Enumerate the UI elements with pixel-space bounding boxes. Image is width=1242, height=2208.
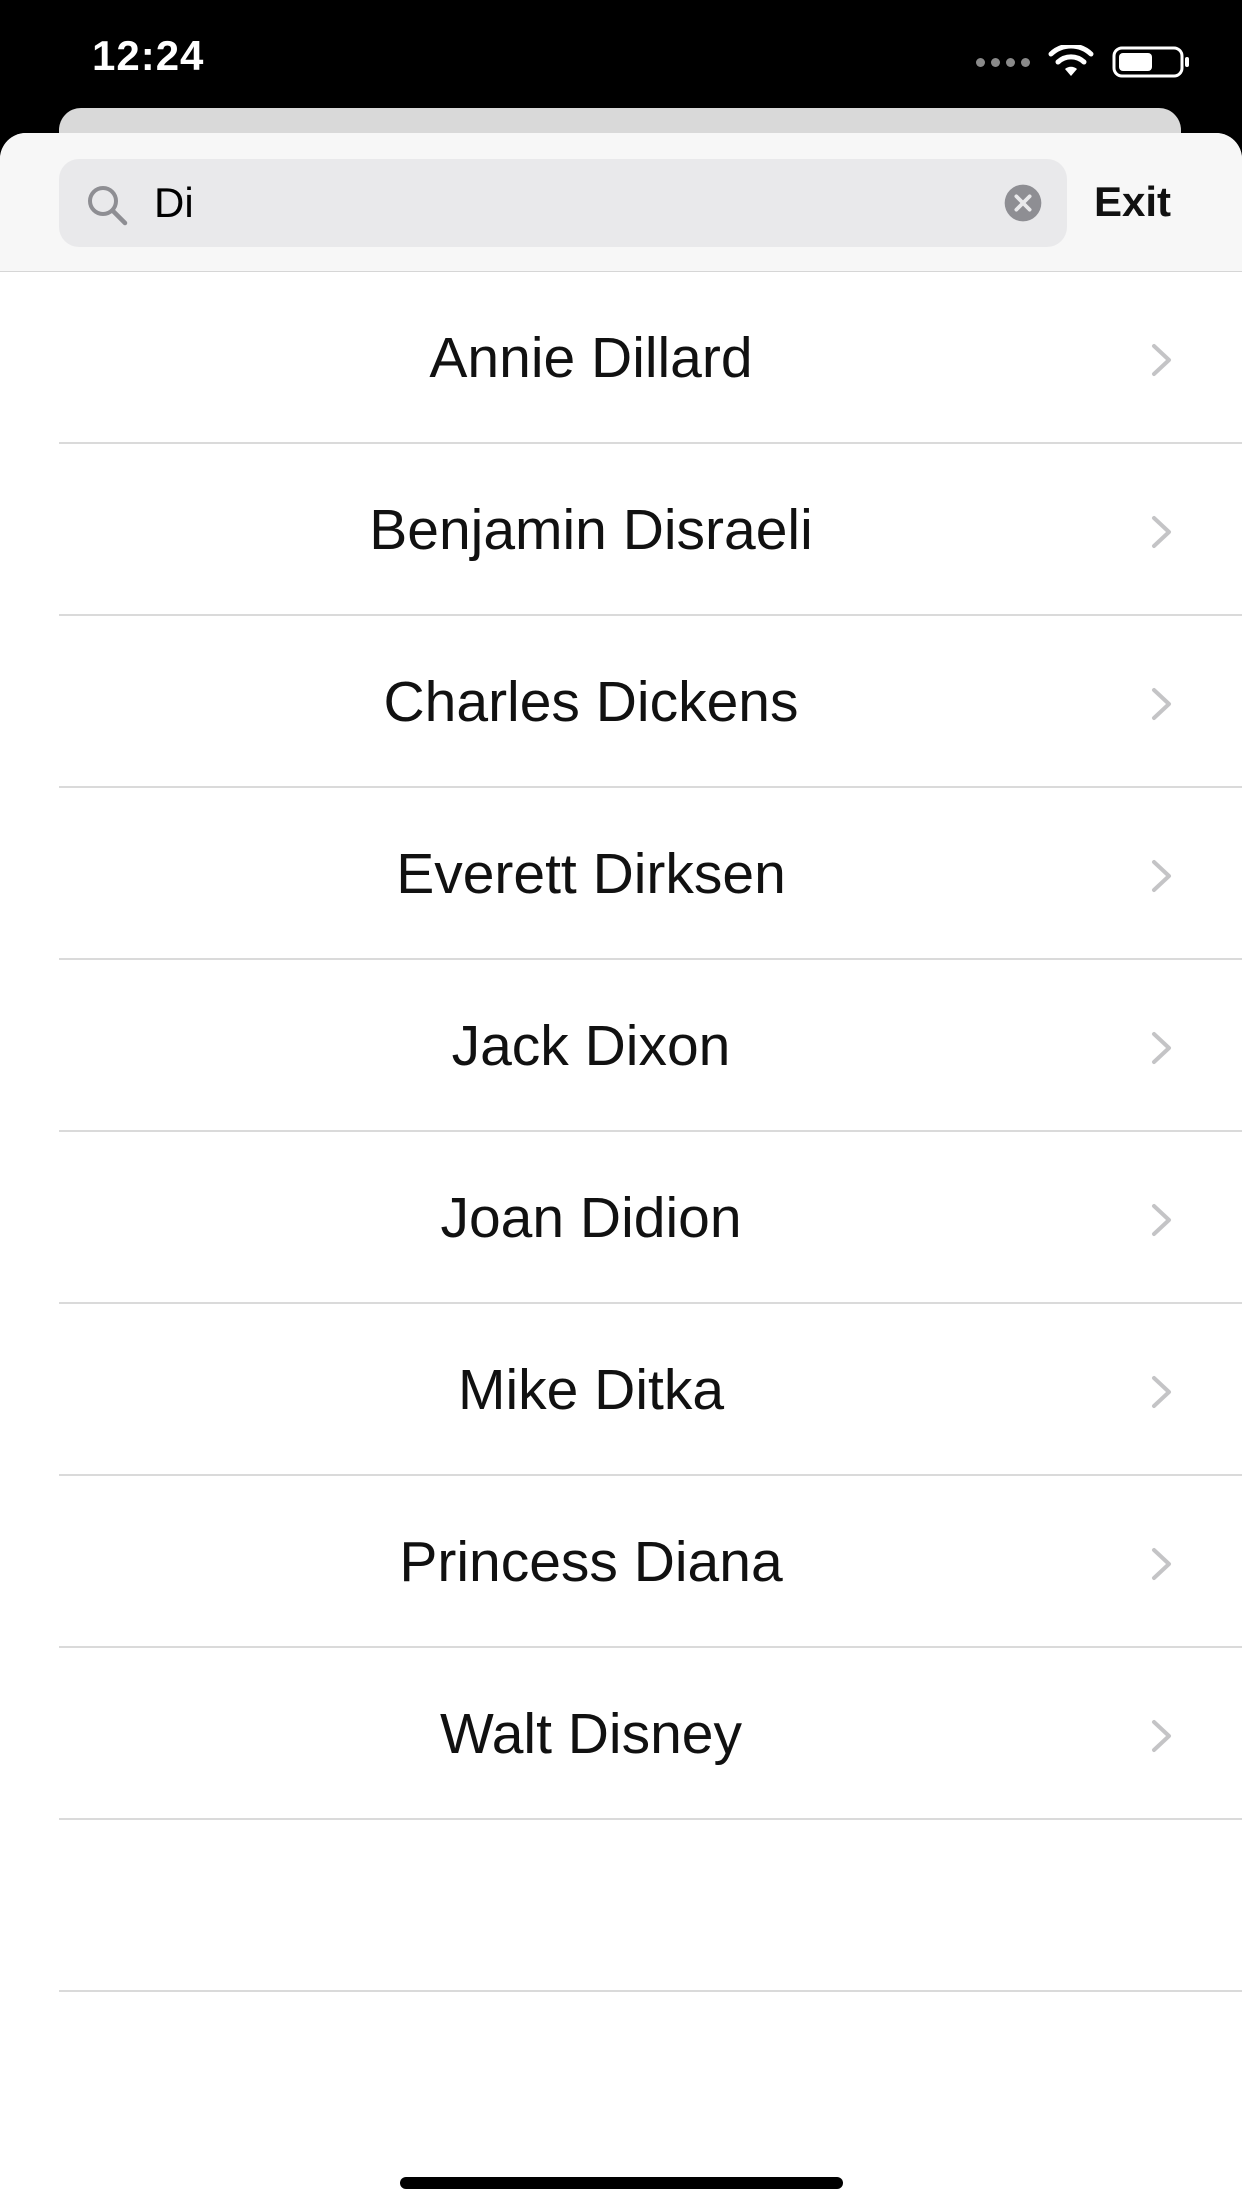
empty-list-row — [0, 1820, 1242, 1992]
list-item[interactable]: Walt Disney — [0, 1648, 1242, 1820]
chevron-right-icon — [1152, 1376, 1171, 1408]
chevron-right-icon — [1152, 1204, 1171, 1236]
status-bar: 12:24 — [0, 0, 1242, 120]
list-item[interactable]: Mike Ditka — [0, 1304, 1242, 1476]
chevron-right-icon — [1152, 1720, 1171, 1752]
list-item-label: Mike Ditka — [457, 1358, 725, 1422]
chevron-right-icon — [1152, 1032, 1171, 1064]
search-input[interactable] — [154, 159, 934, 247]
chevron-right-icon — [1152, 1548, 1171, 1580]
chevron-right-icon — [1152, 344, 1171, 376]
list-item-label: Joan Didion — [440, 1186, 742, 1250]
list-item-label: Charles Dickens — [383, 670, 799, 734]
chevron-right-icon — [1152, 516, 1171, 548]
chevron-right-icon — [1152, 860, 1171, 892]
clear-search-icon[interactable] — [999, 183, 1047, 223]
cellular-signal-icon — [976, 57, 1030, 67]
list-item[interactable]: Benjamin Disraeli — [0, 444, 1242, 616]
list-item-label: Jack Dixon — [451, 1014, 731, 1078]
list-item[interactable]: Joan Didion — [0, 1132, 1242, 1304]
search-icon — [88, 186, 128, 226]
exit-button[interactable]: Exit — [1094, 178, 1171, 226]
status-indicators — [976, 42, 1192, 82]
status-time: 12:24 — [92, 32, 205, 79]
list-item-label: Annie Dillard — [429, 326, 753, 390]
wifi-icon — [1048, 45, 1094, 76]
home-indicator[interactable] — [400, 2177, 843, 2189]
list-item-label: Princess Diana — [399, 1530, 783, 1594]
chevron-right-icon — [1152, 688, 1171, 720]
list-item-label: Walt Disney — [440, 1702, 742, 1766]
list-item[interactable]: Charles Dickens — [0, 616, 1242, 788]
list-item[interactable]: Annie Dillard — [0, 272, 1242, 444]
list-item[interactable]: Princess Diana — [0, 1476, 1242, 1648]
list-item[interactable]: Jack Dixon — [0, 960, 1242, 1132]
list-item-label: Benjamin Disraeli — [369, 498, 813, 562]
search-header: Exit — [0, 133, 1242, 272]
battery-icon — [1112, 46, 1189, 78]
list-item-label: Everett Dirksen — [396, 842, 786, 906]
list-item[interactable]: Everett Dirksen — [0, 788, 1242, 960]
results-list: Annie Dillard Benjamin Disraeli Charles … — [0, 272, 1242, 1992]
search-bar[interactable] — [59, 159, 1067, 247]
search-sheet: Exit Annie Dillard Benjamin Disraeli Cha… — [0, 133, 1242, 2208]
